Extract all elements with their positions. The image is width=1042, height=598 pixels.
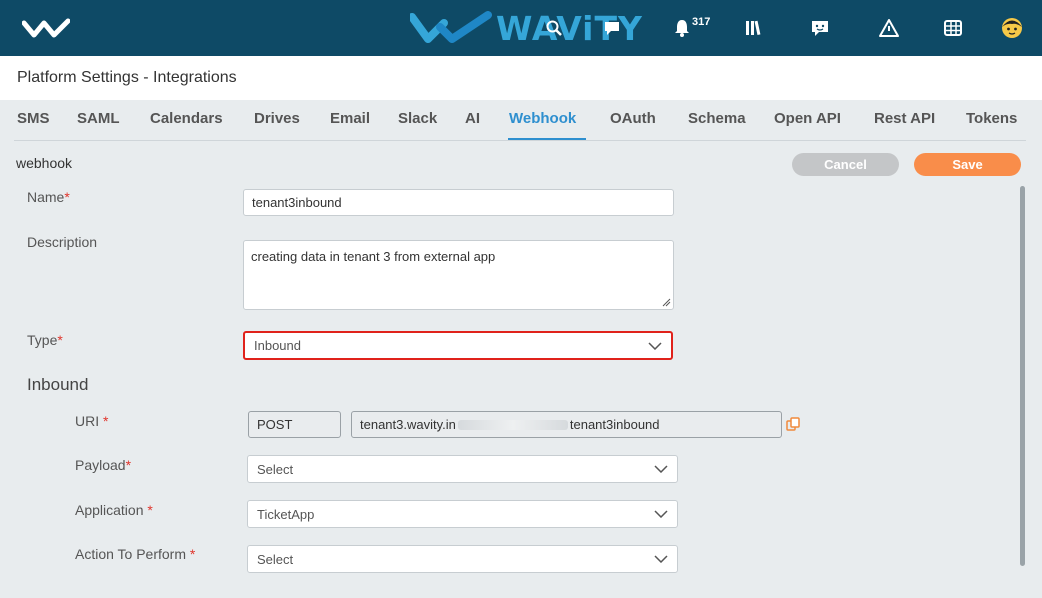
- description-text: creating data in tenant 3 from external …: [251, 249, 496, 264]
- wavity-logo-icon[interactable]: [22, 17, 70, 41]
- save-button[interactable]: Save: [914, 153, 1021, 176]
- tab-saml[interactable]: SAML: [77, 110, 120, 127]
- required-marker: *: [125, 457, 132, 473]
- copy-icon[interactable]: [786, 417, 800, 431]
- resize-handle-icon[interactable]: [662, 298, 671, 307]
- brand-mark-icon: [410, 11, 492, 43]
- chat-icon[interactable]: [600, 16, 624, 40]
- uri-field[interactable]: tenant3.wavity.in tenant3inbound: [351, 411, 782, 438]
- tab-webhook[interactable]: Webhook: [509, 110, 576, 127]
- integration-tabs: SMS SAML Calendars Drives Email Slack AI…: [0, 100, 1042, 140]
- payload-label: Payload*: [75, 457, 132, 473]
- action-select[interactable]: Select: [247, 545, 678, 573]
- type-label: Type*: [27, 332, 63, 348]
- payload-select-value: Select: [257, 461, 294, 477]
- application-label: Application *: [75, 502, 153, 518]
- tab-sms[interactable]: SMS: [17, 110, 50, 127]
- required-marker: *: [186, 546, 196, 562]
- action-select-value: Select: [257, 551, 294, 567]
- grid-icon[interactable]: [941, 16, 965, 40]
- tab-ai[interactable]: AI: [465, 110, 480, 127]
- tab-drives[interactable]: Drives: [254, 110, 300, 127]
- description-textarea[interactable]: creating data in tenant 3 from external …: [243, 240, 674, 310]
- required-marker: *: [143, 502, 153, 518]
- required-marker: *: [99, 413, 109, 429]
- action-label: Action To Perform *: [75, 546, 196, 562]
- tab-rest-api[interactable]: Rest API: [874, 110, 935, 127]
- required-marker: *: [57, 332, 63, 348]
- name-input[interactable]: tenant3inbound: [243, 189, 674, 216]
- tab-tokens[interactable]: Tokens: [966, 110, 1017, 127]
- feedback-icon[interactable]: [808, 16, 832, 40]
- search-icon[interactable]: [542, 16, 566, 40]
- page-title: Platform Settings - Integrations: [17, 69, 237, 86]
- uri-label: URI *: [75, 413, 109, 429]
- warning-icon[interactable]: [877, 16, 901, 40]
- cancel-button[interactable]: Cancel: [792, 153, 899, 176]
- required-marker: *: [64, 189, 70, 205]
- chevron-down-icon: [654, 510, 668, 518]
- vertical-scrollbar[interactable]: [1020, 186, 1025, 566]
- name-label: Name*: [27, 189, 70, 205]
- tab-oauth[interactable]: OAuth: [610, 110, 656, 127]
- bell-icon[interactable]: [670, 16, 694, 40]
- tab-calendars[interactable]: Calendars: [150, 110, 223, 127]
- library-icon[interactable]: [742, 16, 766, 40]
- redacted-segment: [457, 419, 568, 430]
- chevron-down-icon: [654, 555, 668, 563]
- application-select[interactable]: TicketApp: [247, 500, 678, 528]
- tab-slack[interactable]: Slack: [398, 110, 437, 127]
- chevron-down-icon: [648, 341, 662, 350]
- uri-value-end: tenant3inbound: [569, 417, 660, 432]
- uri-value-start: tenant3.wavity.in: [360, 417, 456, 432]
- tab-divider: [14, 140, 1026, 141]
- chevron-down-icon: [654, 465, 668, 473]
- type-select-value: Inbound: [254, 338, 301, 353]
- tab-schema[interactable]: Schema: [688, 110, 746, 127]
- avatar[interactable]: [1000, 16, 1024, 40]
- payload-select[interactable]: Select: [247, 455, 678, 483]
- application-select-value: TicketApp: [257, 506, 315, 522]
- tab-open-api[interactable]: Open API: [774, 110, 841, 127]
- type-select[interactable]: Inbound: [243, 331, 673, 360]
- notification-count: 317: [692, 16, 711, 28]
- description-label: Description: [27, 234, 98, 250]
- section-label: webhook: [16, 155, 73, 171]
- inbound-heading: Inbound: [27, 375, 89, 394]
- tab-email[interactable]: Email: [330, 110, 370, 127]
- top-navbar: WAViTY 317: [0, 0, 1042, 56]
- page-header: Platform Settings - Integrations: [0, 56, 1042, 100]
- uri-method-field: POST: [248, 411, 341, 438]
